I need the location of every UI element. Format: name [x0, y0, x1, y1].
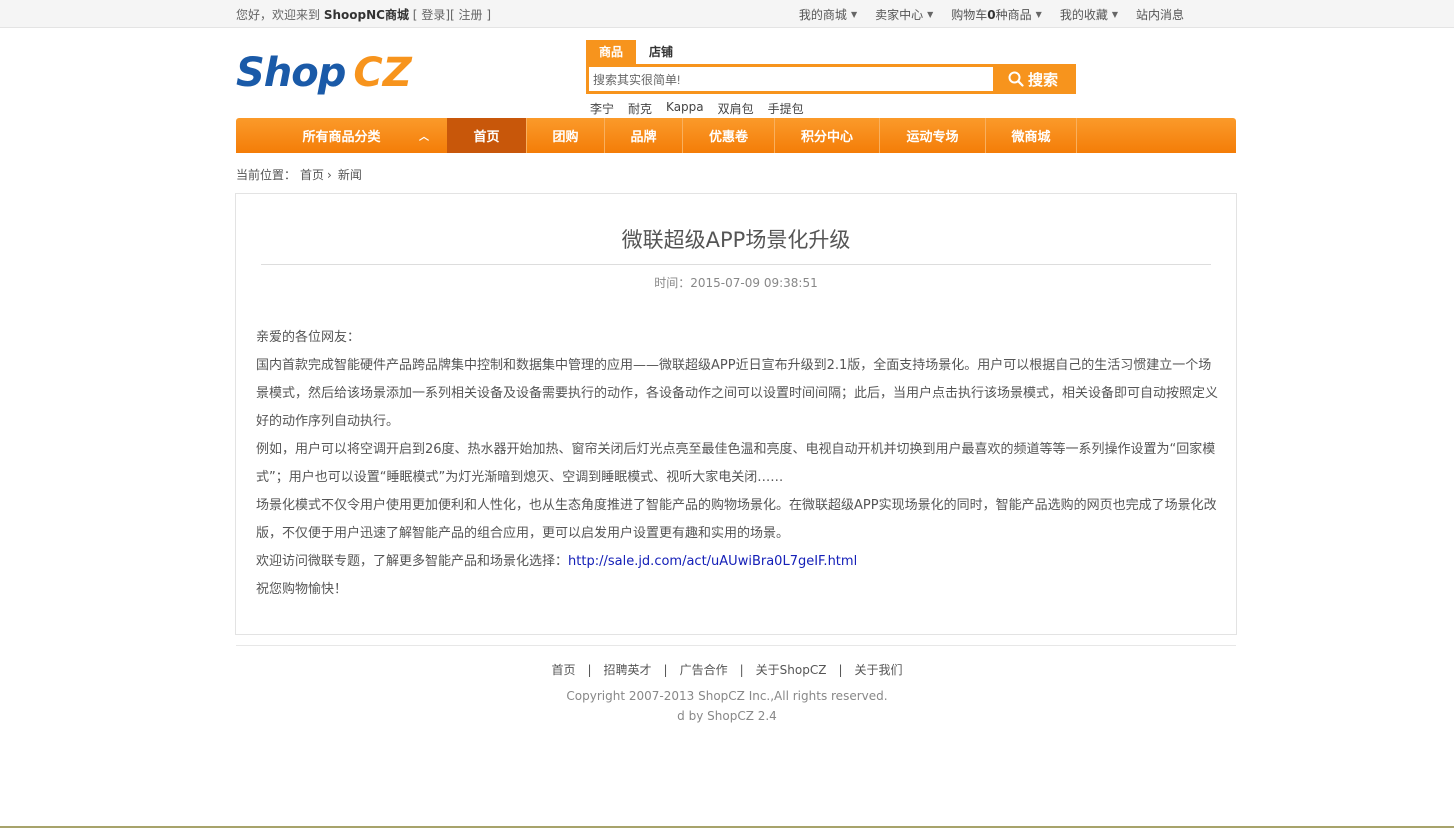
footer-link-ads[interactable]: 广告合作 [680, 663, 728, 677]
main-nav: 所有商品分类 ︿ 首页 团购 品牌 优惠卷 积分中心 运动专场 微商城 [236, 118, 1236, 153]
chevron-down-icon: ▼ [1111, 10, 1118, 19]
hot-keyword[interactable]: Kappa [666, 100, 704, 117]
hot-keyword[interactable]: 李宁 [590, 100, 614, 117]
search-button-label: 搜索 [1027, 70, 1058, 89]
search-box: 搜索 [586, 64, 1076, 94]
breadcrumb: 当前位置： 首页 › 新闻 [236, 166, 366, 183]
welcome-text: 您好，欢迎来到 ShoopNC商城 [ 登录][ 注册 ] [236, 6, 491, 23]
footer-separator: | [663, 663, 668, 677]
menu-label: 我的收藏 [1059, 8, 1108, 22]
nav-item-brand[interactable]: 品牌 [604, 118, 682, 153]
menu-label: 购物车0种商品 [951, 6, 1031, 23]
nav-item-home[interactable]: 首页 [447, 118, 526, 153]
cart-count: 0 [987, 8, 996, 22]
topic-link[interactable]: http://sale.jd.com/act/uAUwiBra0L7geIF.h… [568, 554, 857, 569]
search-button[interactable]: 搜索 [993, 67, 1073, 91]
article-closing: 祝您购物愉快！ [256, 582, 348, 597]
article-paragraph: 例如，用户可以将空调开启到26度、热水器开始加热、窗帘关闭后灯光点亮至最佳色温和… [256, 442, 1216, 485]
bracket: [ [412, 8, 418, 22]
greeting: 您好，欢迎来到 [236, 8, 321, 22]
footer-link-about-shopcz[interactable]: 关于ShopCZ [756, 663, 827, 677]
footer-separator: | [587, 663, 592, 677]
cart-label-suffix: 种商品 [995, 8, 1032, 22]
article-body: 亲爱的各位网友： 国内首款完成智能硬件产品跨品牌集中控制和数据集中管理的应用——… [256, 324, 1218, 604]
top-menu: 我的商城 ▼ 卖家中心 ▼ 购物车0种商品 ▼ 我的收藏 ▼ 站内消息 [799, 6, 1184, 23]
copyright: Copyright 2007-2013 ShopCZ Inc.,All righ… [566, 689, 888, 703]
chevron-down-icon: ▼ [927, 10, 934, 19]
logo-text-shop: Shop [236, 50, 346, 96]
cart-label: 购物车 [951, 8, 988, 22]
powered-by: d by ShopCZ 2.4 [677, 709, 777, 723]
search-input[interactable] [589, 67, 993, 91]
menu-label: 我的商城 [798, 8, 847, 22]
bracket: ] [486, 8, 492, 22]
menu-label: 站内消息 [1135, 8, 1184, 22]
menu-label: 卖家中心 [875, 8, 924, 22]
all-categories-button[interactable]: 所有商品分类 ︿ [236, 118, 447, 153]
search-area: 商品 店铺 搜索 李宁 耐克 Kappa 双肩包 手提包 [586, 40, 1076, 117]
all-categories-label: 所有商品分类 [302, 130, 381, 145]
chevron-up-icon: ︿ [419, 132, 429, 143]
footer-separator: | [739, 663, 744, 677]
site-name: ShoopNC商城 [323, 8, 409, 22]
hot-keyword[interactable]: 双肩包 [718, 100, 754, 117]
breadcrumb-home[interactable]: 首页 [300, 168, 324, 182]
tab-products[interactable]: 商品 [586, 40, 636, 64]
title-divider [261, 264, 1211, 265]
logo-text-cz: CZ [353, 50, 412, 96]
nav-item-points[interactable]: 积分中心 [774, 118, 879, 153]
tab-stores[interactable]: 店铺 [636, 40, 686, 64]
hot-keyword[interactable]: 耐克 [628, 100, 652, 117]
messages-menu[interactable]: 站内消息 [1136, 6, 1184, 23]
site-logo[interactable]: Shop CZ [236, 50, 412, 98]
favorites-menu[interactable]: 我的收藏 ▼ [1060, 6, 1118, 23]
hot-keywords: 李宁 耐克 Kappa 双肩包 手提包 [586, 100, 1076, 117]
article-panel: 微联超级APP场景化升级 时间：2015-07-09 09:38:51 亲爱的各… [235, 193, 1237, 635]
footer-link-home[interactable]: 首页 [551, 663, 575, 677]
article-paragraph: 亲爱的各位网友： [256, 330, 361, 345]
footer-link-jobs[interactable]: 招聘英才 [604, 663, 652, 677]
chevron-down-icon: ▼ [1035, 10, 1042, 19]
breadcrumb-separator: › [327, 168, 332, 182]
nav-item-coupons[interactable]: 优惠卷 [682, 118, 774, 153]
search-icon [1008, 71, 1024, 87]
article-title: 微联超级APP场景化升级 [621, 228, 851, 252]
article-paragraph: 国内首款完成智能硬件产品跨品牌集中控制和数据集中管理的应用——微联超级APP近日… [256, 358, 1219, 429]
top-bar: 您好，欢迎来到 ShoopNC商城 [ 登录][ 注册 ] 我的商城 ▼ 卖家中… [0, 0, 1454, 28]
my-mall-menu[interactable]: 我的商城 ▼ [799, 6, 857, 23]
article-paragraph: 场景化模式不仅令用户使用更加便利和人性化，也从生态角度推进了智能产品的购物场景化… [256, 498, 1217, 541]
chevron-down-icon: ▼ [850, 10, 858, 19]
footer-separator: | [838, 663, 843, 677]
article-time: 时间：2015-07-09 09:38:51 [654, 276, 818, 290]
nav-item-sports[interactable]: 运动专场 [879, 118, 985, 153]
footer-divider [236, 645, 1236, 646]
hot-keyword[interactable]: 手提包 [768, 100, 804, 117]
article-paragraph: 欢迎访问微联专题，了解更多智能产品和场景化选择：http://sale.jd.c… [256, 548, 1218, 576]
breadcrumb-prefix: 当前位置： [236, 168, 297, 182]
seller-center-menu[interactable]: 卖家中心 ▼ [875, 6, 933, 23]
breadcrumb-current: 新闻 [337, 168, 362, 182]
nav-item-micro-mall[interactable]: 微商城 [985, 118, 1077, 153]
nav-item-group-buy[interactable]: 团购 [526, 118, 604, 153]
search-tabs: 商品 店铺 [586, 40, 1076, 64]
footer-link-about-us[interactable]: 关于我们 [855, 663, 903, 677]
footer-links: 首页 | 招聘英才 | 广告合作 | 关于ShopCZ | 关于我们 [0, 661, 1454, 678]
bracket: ][ [445, 8, 455, 22]
login-link[interactable]: 登录 [421, 8, 445, 22]
cart-menu[interactable]: 购物车0种商品 ▼ [951, 6, 1042, 23]
register-link[interactable]: 注册 [459, 8, 483, 22]
visit-text: 欢迎访问微联专题，了解更多智能产品和场景化选择： [256, 554, 569, 569]
